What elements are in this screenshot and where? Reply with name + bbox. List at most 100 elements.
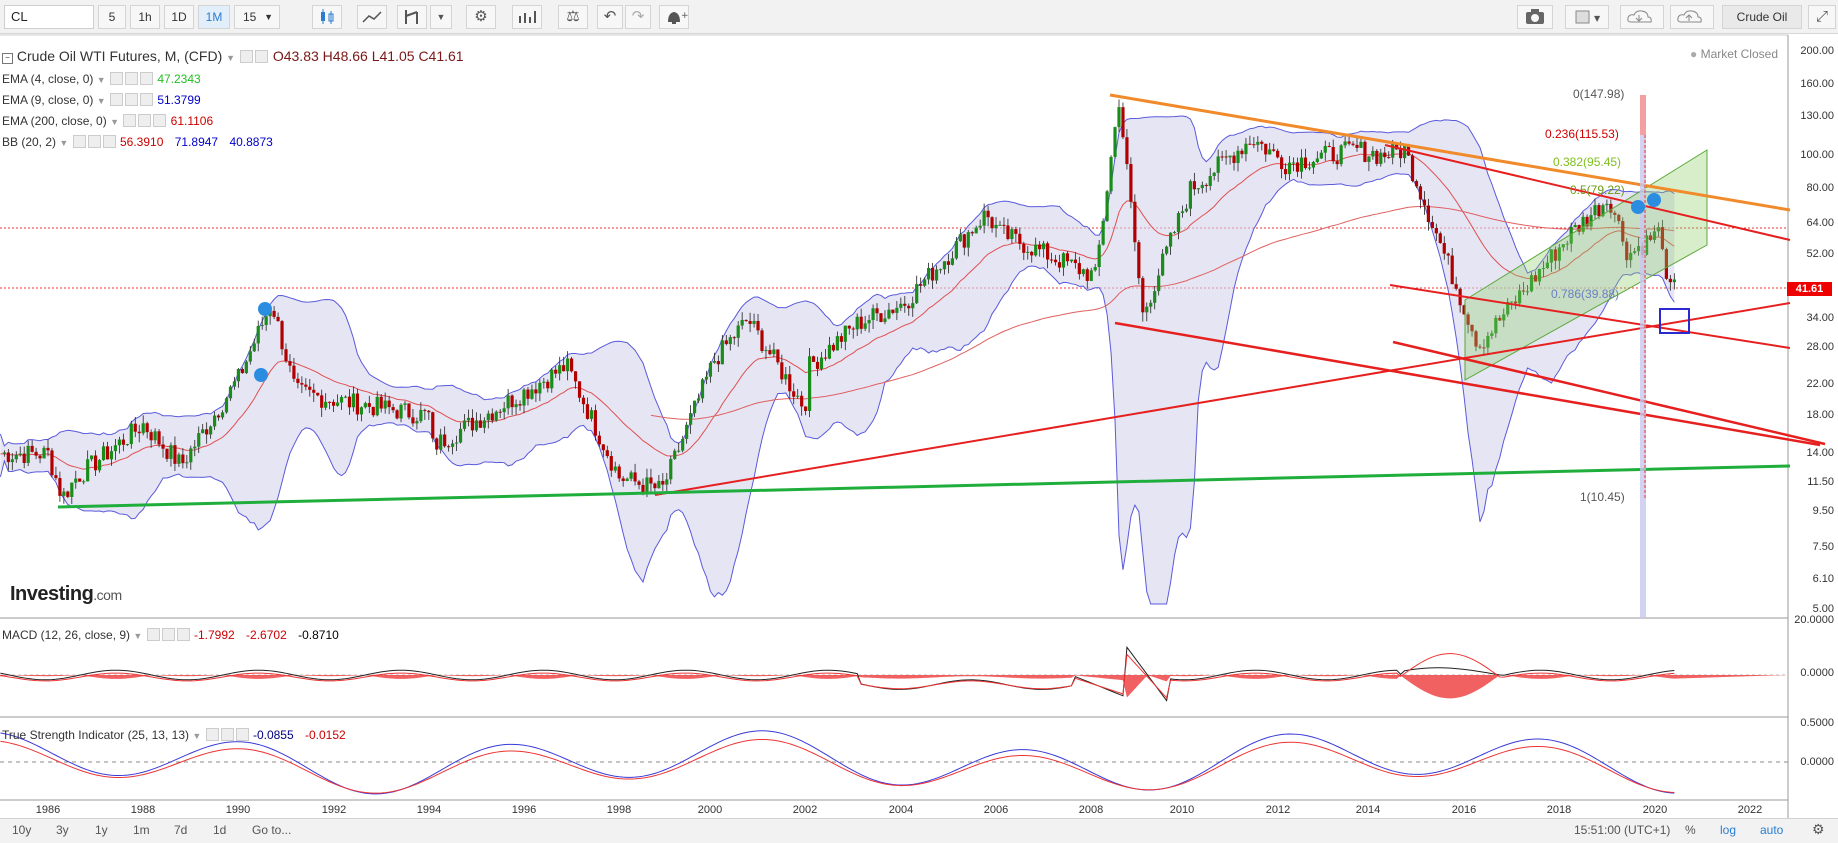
candle-body <box>125 444 129 446</box>
chevron-down-icon[interactable]: ▼ <box>97 96 106 106</box>
candle-body <box>748 320 752 324</box>
candle-body <box>185 462 189 464</box>
candle-body <box>637 481 641 485</box>
candle-body <box>443 434 447 447</box>
goto-button[interactable]: Go to... <box>252 823 291 837</box>
time-tick: 2020 <box>1642 804 1668 816</box>
time-tick: 1990 <box>225 804 251 816</box>
scale-auto[interactable]: auto <box>1760 823 1783 837</box>
chevron-down-icon[interactable]: ▼ <box>192 731 201 741</box>
eye-icon[interactable] <box>123 114 137 127</box>
candle-body <box>439 434 443 450</box>
candle-body <box>1303 157 1308 169</box>
candle-body <box>201 429 205 434</box>
candle-body <box>653 483 657 489</box>
candle-body <box>780 362 784 380</box>
settings-small-icon[interactable] <box>124 72 138 85</box>
candle-body <box>97 460 102 471</box>
remove-icon[interactable] <box>139 72 153 85</box>
period-7d[interactable]: 7d <box>174 823 187 837</box>
settings-small-icon[interactable] <box>254 50 268 63</box>
candle-body <box>1184 208 1189 212</box>
candle-body <box>613 466 617 471</box>
candle-body <box>355 393 359 415</box>
eye-icon[interactable] <box>146 628 160 641</box>
candle-body <box>649 477 653 484</box>
period-10y[interactable]: 10y <box>12 823 31 837</box>
chevron-down-icon[interactable]: ▼ <box>59 138 68 148</box>
candle-body <box>597 435 601 445</box>
settings-small-icon[interactable] <box>161 628 175 641</box>
collapse-icon[interactable]: − <box>2 53 13 64</box>
remove-icon[interactable] <box>235 728 249 741</box>
candle-body <box>264 316 268 326</box>
fib-level-05: 0.5(79.22) <box>1570 183 1625 197</box>
settings-small-icon[interactable] <box>138 114 152 127</box>
candle-body <box>609 456 613 471</box>
remove-icon[interactable] <box>176 628 190 641</box>
candle-body <box>911 303 915 309</box>
candle-body <box>1216 156 1220 173</box>
candle-body <box>1430 221 1434 229</box>
candle-body <box>109 451 114 460</box>
candle-body <box>986 210 990 218</box>
period-1y[interactable]: 1y <box>95 823 108 837</box>
candle-body <box>1272 149 1276 151</box>
remove-icon[interactable] <box>153 114 167 127</box>
time-tick: 1998 <box>606 804 632 816</box>
eye-icon[interactable] <box>239 50 253 63</box>
candle-body <box>1200 184 1204 189</box>
candle-body <box>823 357 828 359</box>
candle-body <box>665 479 669 485</box>
indicator-name: EMA (200, close, 0) <box>2 114 107 128</box>
candle-body <box>216 415 221 418</box>
candle-body <box>585 404 590 419</box>
candle-body <box>2 452 6 454</box>
candle-body <box>129 423 133 445</box>
chevron-down-icon[interactable]: ▼ <box>110 117 119 127</box>
period-3y[interactable]: 3y <box>56 823 69 837</box>
chevron-down-icon[interactable]: ▼ <box>97 75 106 85</box>
candle-body <box>510 395 514 408</box>
scale-percent[interactable]: % <box>1685 823 1696 837</box>
candle-body <box>252 343 256 352</box>
scale-log[interactable]: log <box>1720 823 1736 837</box>
chevron-down-icon[interactable]: ▼ <box>226 53 235 63</box>
remove-icon[interactable] <box>102 135 116 148</box>
remove-icon[interactable] <box>139 93 153 106</box>
time-tick: 1996 <box>511 804 537 816</box>
period-1m[interactable]: 1m <box>133 823 150 837</box>
candle-body <box>815 361 820 369</box>
candle-body <box>1018 233 1022 244</box>
logo-suffix: .com <box>93 587 122 603</box>
candle-body <box>1196 188 1200 190</box>
eye-icon[interactable] <box>109 72 123 85</box>
candle-body <box>280 321 284 350</box>
candle-body <box>1343 141 1347 146</box>
tsi-name: True Strength Indicator (25, 13, 13) <box>2 728 189 742</box>
eye-icon[interactable] <box>72 135 86 148</box>
candle-body <box>581 397 586 405</box>
period-1d[interactable]: 1d <box>213 823 226 837</box>
candle-body <box>50 450 54 476</box>
settings-small-icon[interactable] <box>124 93 138 106</box>
candle-body <box>732 337 736 339</box>
candle-body <box>879 313 883 322</box>
candle-body <box>18 453 22 455</box>
candle-body <box>1668 278 1672 283</box>
fib-level-0786: 0.786(39.88) <box>1551 287 1620 301</box>
eye-icon[interactable] <box>109 93 123 106</box>
chevron-down-icon[interactable]: ▼ <box>133 631 142 641</box>
candle-body <box>1168 232 1173 247</box>
candle-body <box>942 261 947 270</box>
candle-body <box>423 409 427 411</box>
gear-icon[interactable]: ⚙ <box>1812 821 1825 838</box>
candle-body <box>538 382 542 394</box>
candle-body <box>371 406 375 416</box>
low-value: L41.05 <box>371 48 415 64</box>
settings-small-icon[interactable] <box>220 728 234 741</box>
candle-body <box>387 400 391 408</box>
candle-body <box>320 395 324 408</box>
eye-icon[interactable] <box>205 728 219 741</box>
settings-small-icon[interactable] <box>87 135 101 148</box>
